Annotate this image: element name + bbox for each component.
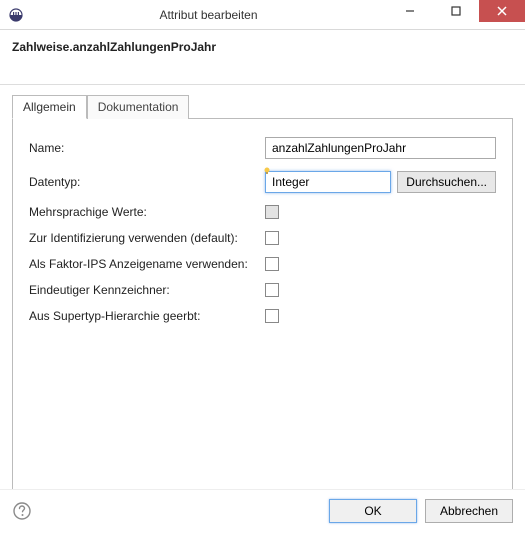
name-label: Name: [29,141,265,155]
help-icon[interactable] [12,501,32,521]
tab-bar: Allgemein Dokumentation [12,95,513,119]
multilingual-checkbox[interactable] [265,205,279,219]
identify-checkbox[interactable] [265,231,279,245]
app-icon [8,7,24,23]
datatype-label: Datentyp: [29,175,265,189]
inherited-checkbox[interactable] [265,309,279,323]
maximize-button[interactable] [433,0,479,22]
inherited-label: Aus Supertyp-Hierarchie geerbt: [29,309,265,323]
identify-label: Zur Identifizierung verwenden (default): [29,231,265,245]
title-bar: Attribut bearbeiten [0,0,525,30]
minimize-button[interactable] [387,0,433,22]
multilingual-label: Mehrsprachige Werte: [29,205,265,219]
ok-button[interactable]: OK [329,499,417,523]
tab-allgemein[interactable]: Allgemein [12,95,87,119]
window-title: Attribut bearbeiten [30,8,387,22]
dialog-header: Zahlweise.anzahlZahlungenProJahr [0,30,525,85]
header-title: Zahlweise.anzahlZahlungenProJahr [12,40,513,54]
window-controls [387,0,525,29]
cancel-button[interactable]: Abbrechen [425,499,513,523]
dialog-footer: OK Abbrechen [0,489,525,537]
name-field[interactable] [265,137,496,159]
browse-button[interactable]: Durchsuchen... [397,171,496,193]
datatype-field[interactable] [265,171,391,193]
unique-label: Eindeutiger Kennzeichner: [29,283,265,297]
displayname-checkbox[interactable] [265,257,279,271]
displayname-label: Als Faktor-IPS Anzeigename verwenden: [29,257,265,271]
close-button[interactable] [479,0,525,22]
unique-checkbox[interactable] [265,283,279,297]
tab-dokumentation[interactable]: Dokumentation [87,95,190,119]
content-assist-icon [263,164,271,172]
tab-panel: Name: Datentyp: Durchsuchen... [12,118,513,490]
